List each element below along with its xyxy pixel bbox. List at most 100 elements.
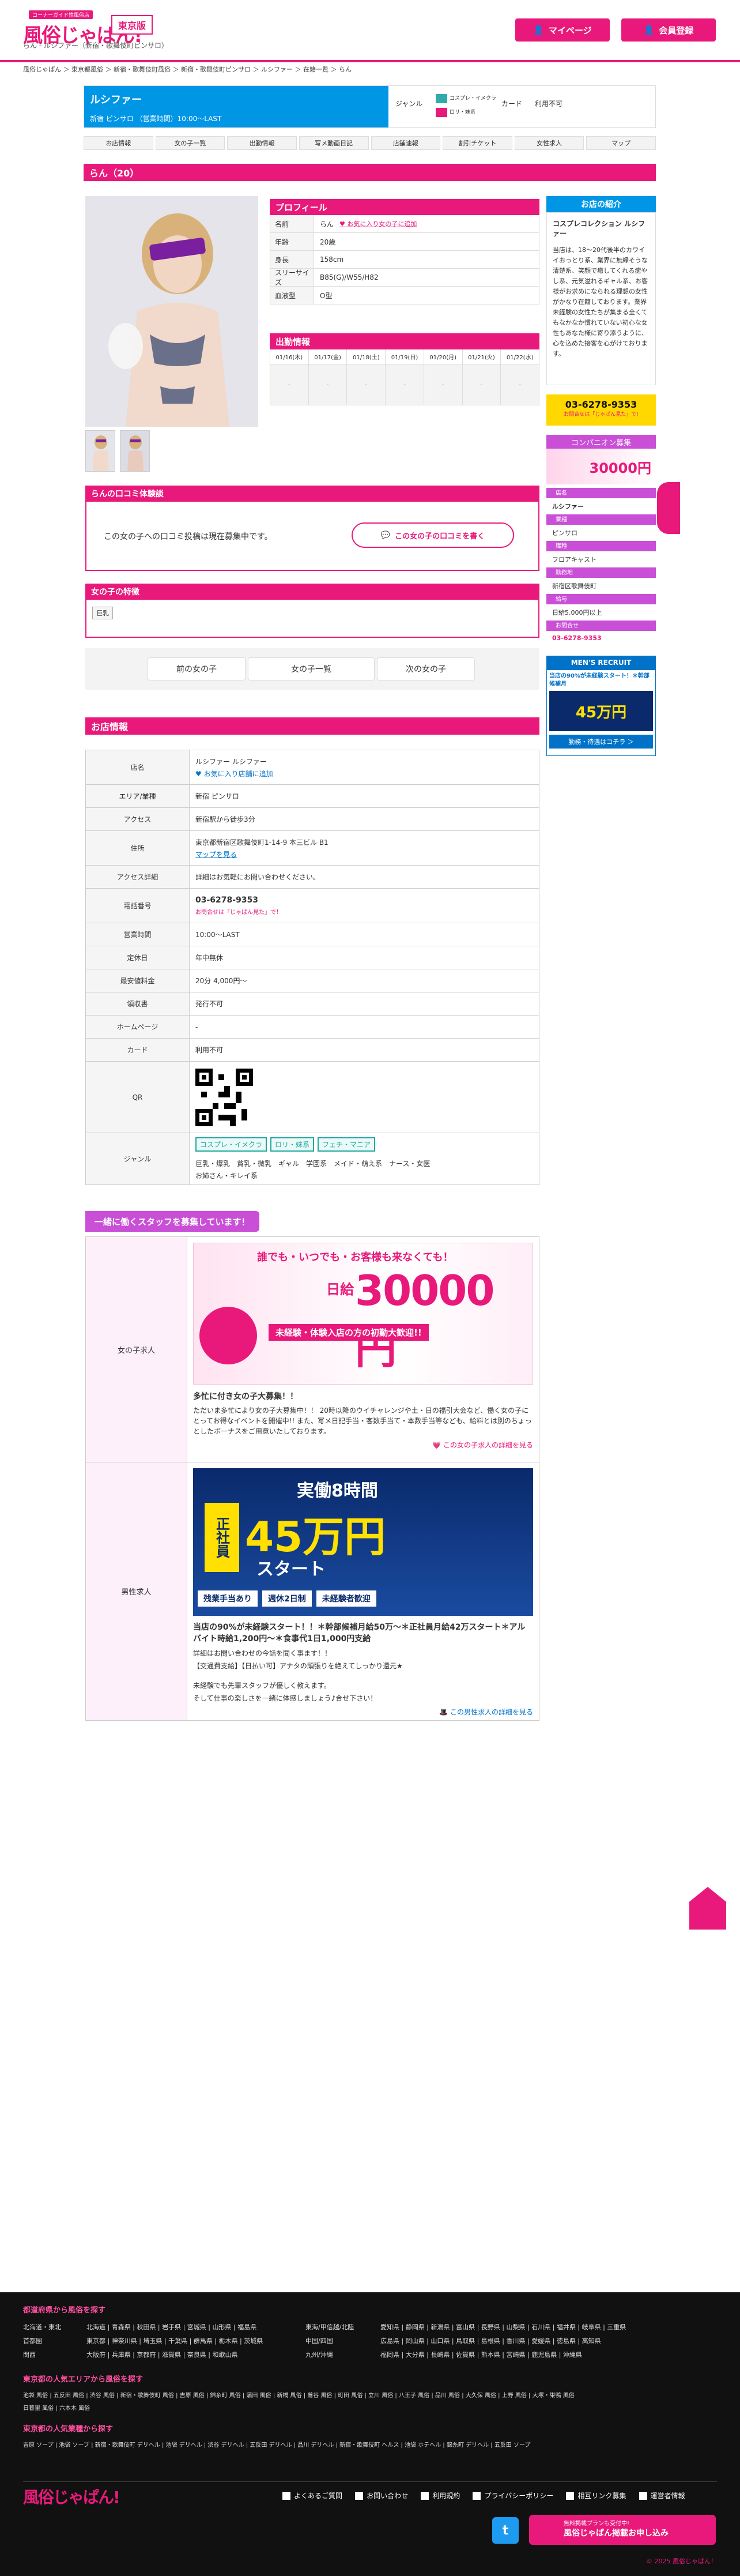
girl-list-button[interactable]: 女の子一覧 — [248, 657, 375, 680]
footer-link-list[interactable]: 北海道 | 青森県 | 秋田県 | 岩手県 | 宮城県 | 山形県 | 福島県 — [86, 2321, 294, 2334]
intro-body: 当店は、18〜20代後半のカワイイおっとり系、業界に無縁そうな清楚系、笑顔で癒し… — [553, 246, 648, 358]
mens-recruit-box[interactable]: 当店の90%が未経験スタート！＊幹部候補月 45万円 勤務・待遇はコチラ ＞ — [546, 670, 656, 756]
girl-title: らん（20） — [84, 164, 656, 181]
chat-icon: 💬 — [380, 531, 391, 540]
genre-tag[interactable]: コスプレ・イメクラ — [195, 1137, 267, 1152]
footer-link[interactable]: お問い合わせ — [355, 2491, 408, 2500]
footer-link[interactable]: 運営者情報 — [639, 2491, 685, 2500]
heart-icon: 💗 — [432, 1441, 441, 1449]
next-girl-button[interactable]: 次の女の子 — [377, 657, 475, 680]
footer-link[interactable]: よくあるご質問 — [282, 2491, 342, 2500]
scroll-top-button[interactable] — [689, 1887, 726, 1930]
write-review-button[interactable]: 💬 この女の子の口コミを書く — [352, 522, 514, 548]
recruit-heading: 一緒に働くスタッフを募集しています！ — [85, 1211, 259, 1232]
shop-summary: ルシファー 新宿 ピンサロ （営業時間）10:00〜LAST ジャンル コスプレ… — [84, 85, 656, 128]
women-recruit-link[interactable]: 💗 この女の子求人の詳細を見る — [193, 1440, 533, 1450]
shop-meta: 新宿 ピンサロ （営業時間）10:00〜LAST — [90, 115, 222, 123]
companion-banner[interactable]: 30000円 — [546, 449, 656, 484]
tab-shop-info[interactable]: お店情報 — [84, 136, 153, 150]
register-button[interactable]: 👤 会員登録 — [621, 18, 716, 42]
tab-recruit[interactable]: 女性求人 — [514, 136, 584, 150]
men-recruit-banner[interactable]: 実働8時間 正社員 45万円 スタート 残業手当あり 週休2日制 未経験者歓迎 — [193, 1468, 533, 1616]
card-value: 利用不可 — [535, 100, 563, 108]
mypage-button[interactable]: 👤 マイページ — [515, 18, 610, 42]
footer-link[interactable]: プライバシーポリシー — [473, 2491, 553, 2500]
features-box: 巨乳 — [85, 600, 539, 638]
footer-link-list[interactable]: 東京都 | 神奈川県 | 埼玉県 | 千葉県 | 群馬県 | 栃木県 | 茨城県 — [86, 2334, 294, 2348]
girl-photo[interactable] — [85, 196, 258, 427]
site-footer: 都道府県から風俗を探す 北海道・東北 首都圏 関西 北海道 | 青森県 | 秋田県 … — [0, 2292, 740, 2576]
tab-news[interactable]: 店舗速報 — [371, 136, 441, 150]
store-row: ホームページ - — [85, 1016, 539, 1039]
profile-row: スリーサイズ B85(G)/W55/H82 — [270, 269, 539, 287]
profile-heading: プロフィール — [270, 199, 539, 215]
footer-logo[interactable]: 風俗じゃぱん! — [23, 2485, 120, 2508]
tab-diary[interactable]: 写メ動画日記 — [299, 136, 369, 150]
genre-tag[interactable]: フェチ・マニア — [318, 1137, 376, 1152]
women-recruit-banner[interactable]: 誰でも・いつでも・お客様も来なくても！ 日給 30000円 未経験・体験入店の方… — [193, 1243, 533, 1385]
schedule-day: 01/16(木) - — [270, 349, 309, 405]
footer-link-list[interactable]: 大阪府 | 兵庫県 | 京都府 | 滋賀県 | 奈良県 | 和歌山県 — [86, 2348, 294, 2362]
shop-name: ルシファー — [90, 94, 142, 106]
tab-girls[interactable]: 女の子一覧 — [155, 136, 225, 150]
map-link[interactable]: マップを見る — [195, 849, 533, 859]
girl-photo-image — [85, 196, 258, 427]
store-row: ジャンル コスプレ・イメクラ ロリ・妹系 フェチ・マニア 巨乳・爆乳 貧乳・微乳 ギ… — [85, 1133, 539, 1185]
features-heading: 女の子の特徴 — [85, 584, 539, 600]
tab-ticket[interactable]: 割引チケット — [443, 136, 512, 150]
breadcrumb[interactable]: 風俗じゃぱん ＞ 東京都風俗 ＞ 新宿・歌舞伎町風俗 ＞ 新宿・歌舞伎町ピンサロ… — [23, 65, 352, 74]
footer-link-list[interactable]: 愛知県 | 静岡県 | 新潟県 | 富山県 | 長野県 | 山梨県 | 石川県 … — [380, 2321, 692, 2334]
store-tel[interactable]: 03-6278-9353 — [195, 896, 533, 905]
footer-link-list[interactable]: 吉原 ソープ | 池袋 ソープ | 新宿・歌舞伎町 デリヘル | 池袋 デリヘル… — [23, 2439, 720, 2452]
logo-tag: コーナーガイド性風俗店 — [29, 10, 93, 19]
genre-badge[interactable]: ロリ・妹系 — [436, 106, 496, 119]
review-box: この女の子への口コミ投稿は現在募集中です。 💬 この女の子の口コミを書く — [85, 502, 539, 571]
genre-badge[interactable]: コスプレ・イメクラ — [436, 92, 496, 106]
recruit-row-men: 男性求人 実働8時間 正社員 45万円 スタート 残業手当あり 週休2日制 未経… — [85, 1462, 539, 1721]
region-badge[interactable]: 東京版 — [111, 15, 153, 35]
shop-name-panel[interactable]: ルシファー 新宿 ピンサロ （営業時間）10:00〜LAST — [84, 86, 388, 127]
favorite-shop-link[interactable]: ♥ お気に入り店舗に追加 — [195, 769, 533, 779]
thumbnail[interactable] — [85, 430, 115, 472]
mens-recruit-button[interactable]: 勤務・待遇はコチラ ＞ — [549, 735, 653, 749]
profile-row: 身長 158cm — [270, 251, 539, 269]
companion-heading: コンパニオン募集 — [546, 435, 656, 449]
tab-schedule[interactable]: 出勤情報 — [227, 136, 297, 150]
footer-link-list[interactable]: 福岡県 | 大分県 | 長崎県 | 佐賀県 | 熊本県 | 宮崎県 | 鹿児島県… — [380, 2348, 692, 2362]
store-row: QR — [85, 1062, 539, 1133]
store-info-table: 店名 ルシファー ルシファー ♥ お気に入り店舗に追加 エリア/業種 新宿 ピンサロ … — [85, 750, 539, 1185]
genre-label: ジャンル — [395, 100, 423, 108]
footer-divider — [23, 2481, 717, 2482]
prev-girl-button[interactable]: 前の女の子 — [148, 657, 246, 680]
store-row: 電話番号 03-6278-9353 お問合せは「じゃぱん見た」で！ — [85, 889, 539, 923]
schedule-day: 01/18(土) - — [347, 349, 386, 405]
footer-link-list[interactable]: 日暮里 風俗 | 六本木 風俗 — [23, 2402, 720, 2415]
sidebar: お店の紹介 コスプレコレクション ルシファー 当店は、18〜20代後半のカワイイ… — [546, 196, 656, 756]
footer-link[interactable]: 相互リンク募集 — [566, 2491, 626, 2500]
shop-tabs: お店情報 女の子一覧 出勤情報 写メ動画日記 店舗速報 割引チケット 女性求人 … — [84, 136, 656, 150]
twitter-icon[interactable]: t — [492, 2517, 519, 2544]
schedule-day: 01/17(金) - — [308, 349, 348, 405]
genre-sub-list: 巨乳・爆乳 貧乳・微乳 ギャル 学園系 メイド・萌え系 ナース・女医 — [195, 1160, 431, 1168]
qr-code-icon[interactable] — [195, 1068, 253, 1126]
side-mascot[interactable] — [657, 482, 680, 534]
page-subtitle: らん - ルシファー（新宿・歌舞伎町ピンサロ） — [23, 42, 168, 50]
thumbnail[interactable] — [120, 430, 150, 472]
footer-link-list[interactable]: 広島県 | 岡山県 | 山口県 | 鳥取県 | 島根県 | 香川県 | 愛媛県 … — [380, 2334, 692, 2348]
footer-link[interactable]: 利用規約 — [421, 2491, 460, 2500]
footer-link-list[interactable]: 池袋 風俗 | 五反田 風俗 | 渋谷 風俗 | 新宿・歌舞伎町 風俗 | 吉原… — [23, 2390, 720, 2402]
favorite-girl-link[interactable]: ♥ お気に入り女の子に追加 — [339, 219, 417, 228]
schedule-heading: 出勤情報 — [270, 333, 539, 349]
store-row: 店名 ルシファー ルシファー ♥ お気に入り店舗に追加 — [85, 750, 539, 785]
listing-apply-button[interactable]: 無料掲載プランも受付中! 風俗じゃぱん掲載お申し込み — [529, 2515, 716, 2545]
genre-tag[interactable]: ロリ・妹系 — [270, 1137, 315, 1152]
site-header: コーナーガイド性風俗店 風俗じゃぱん! 東京版 らん - ルシファー（新宿・歌舞… — [0, 0, 740, 58]
review-heading: らんの口コミ体験談 — [85, 486, 539, 502]
men-recruit-title: 当店の90%が未経験スタート！！＊幹部候補月給50万〜＊正社員月給42万スタート… — [193, 1623, 526, 1644]
men-recruit-link[interactable]: 🎩 この男性求人の詳細を見る — [193, 1707, 533, 1717]
store-row: 定休日 年中無休 — [85, 946, 539, 969]
tab-map[interactable]: マップ — [586, 136, 656, 150]
store-row: 営業時間 10:00〜LAST — [85, 923, 539, 946]
sidebar-tel[interactable]: 03-6278-9353 お問合せは「じゃぱん見た」で! — [546, 394, 656, 426]
companion-rows: 店名 ルシファー 業種 ピンサロ 職種 フロアキャスト 勤務地 新宿区歌舞伎町 … — [546, 488, 656, 645]
